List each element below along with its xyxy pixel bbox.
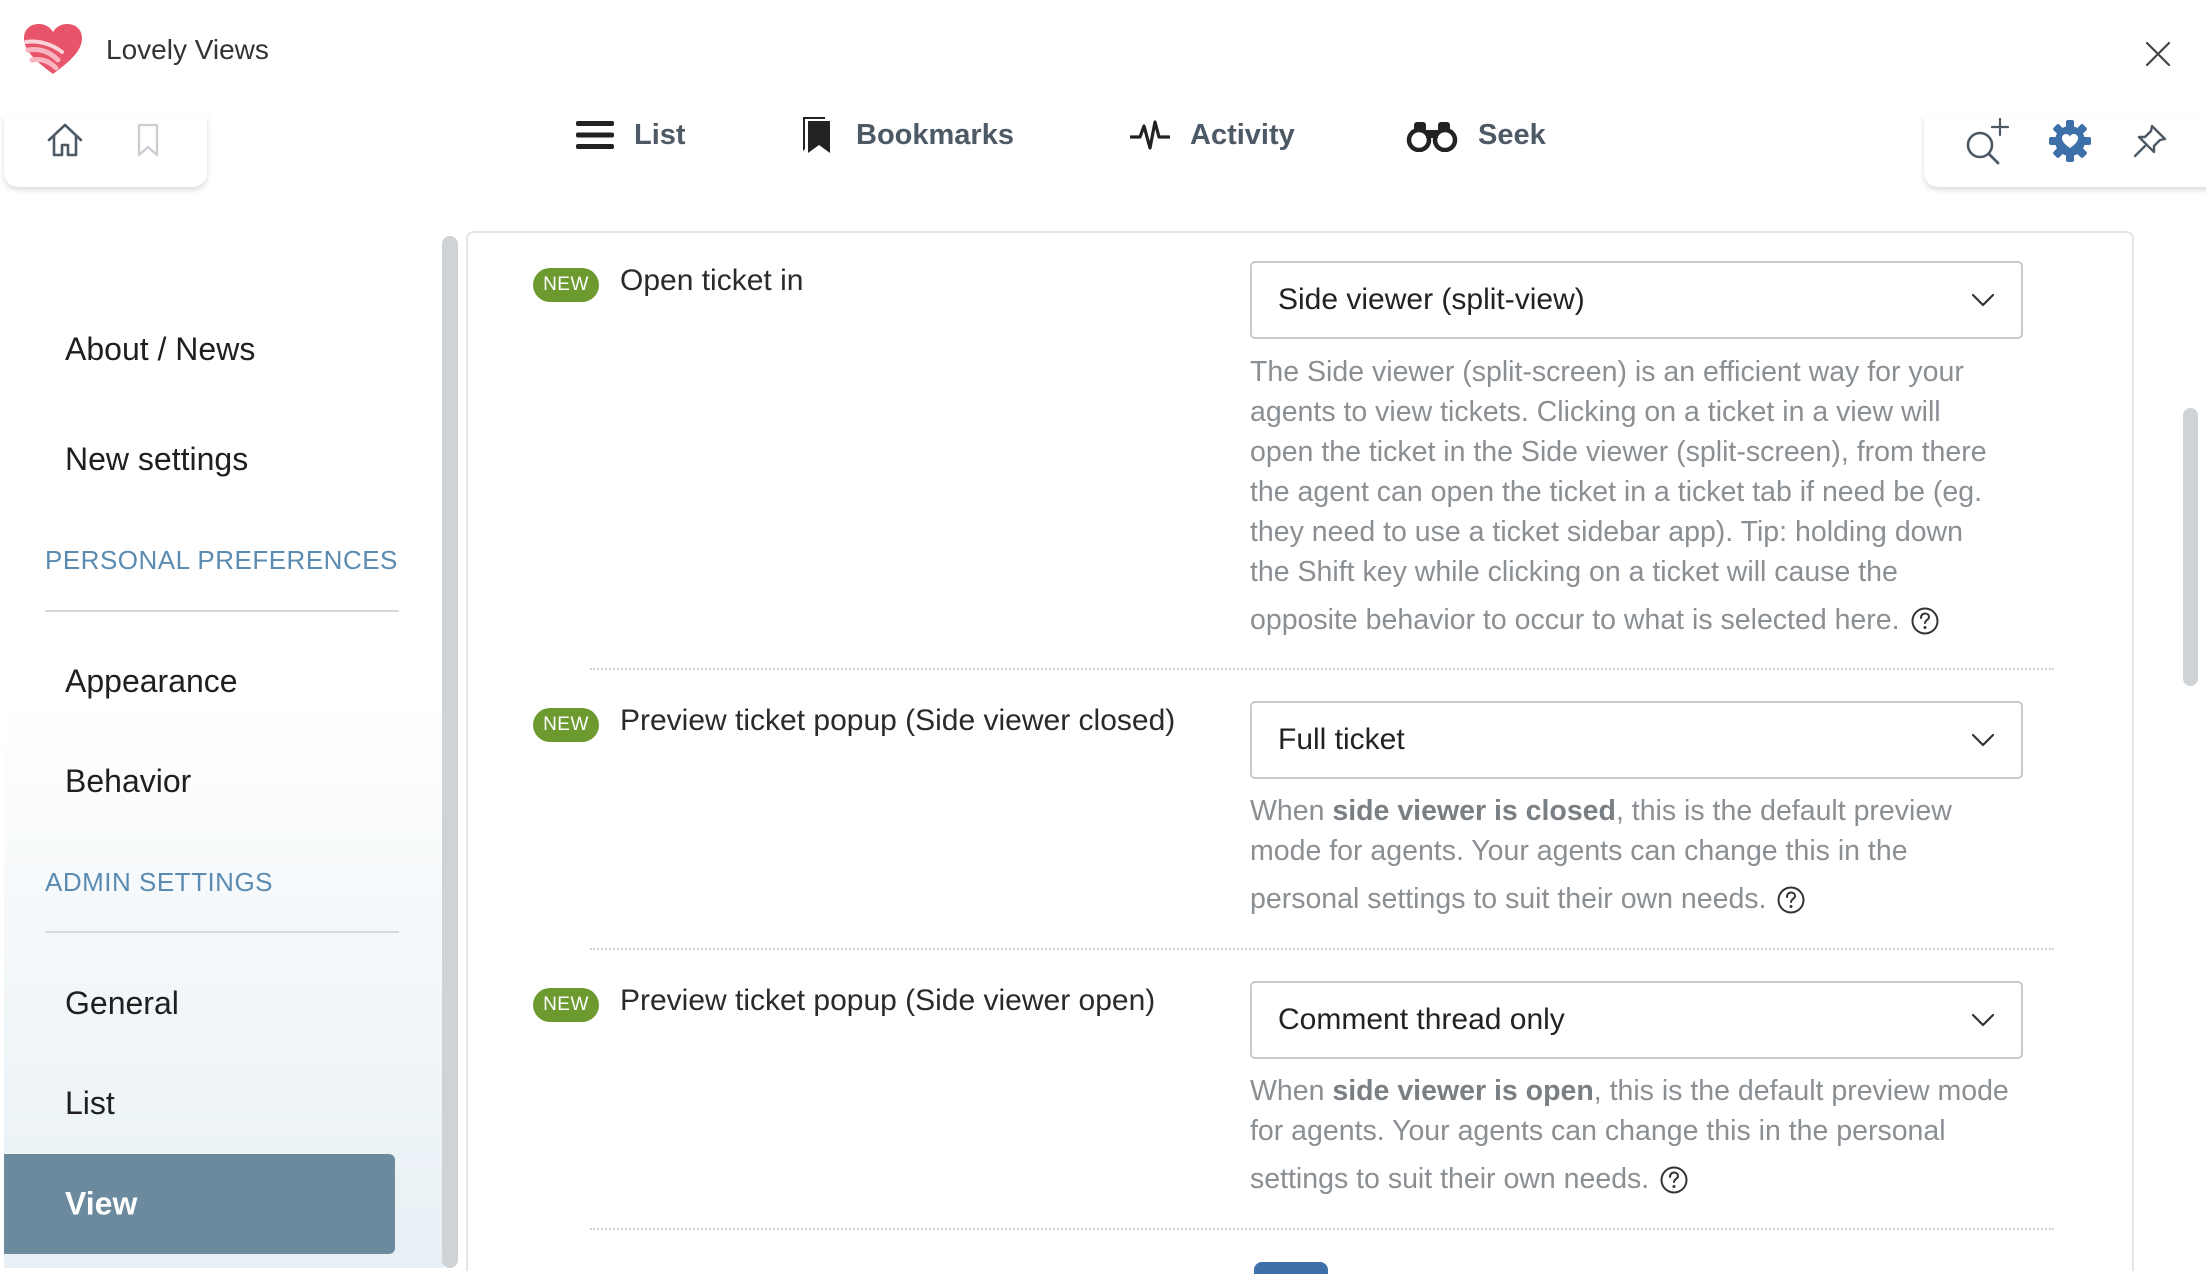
sidebar-item-appearance[interactable]: Appearance [65, 663, 238, 700]
help-line-last: settings to suit their own needs. [1250, 1159, 2040, 1199]
sidebar-item-behavior[interactable]: Behavior [65, 763, 191, 800]
select-value: Side viewer (split-view) [1278, 283, 1585, 316]
nav-list[interactable]: List [576, 108, 686, 162]
binoculars-icon [1406, 122, 1458, 152]
help-line: When side viewer is closed, this is the … [1250, 791, 2040, 831]
help-line-last: opposite behavior to occur to what is se… [1250, 600, 2040, 640]
help-line: agents to view tickets. Clicking on a ti… [1250, 396, 1941, 428]
page-scrollbar-thumb[interactable] [2183, 408, 2198, 686]
chevron-down-icon [1971, 293, 1995, 307]
new-badge: NEW [533, 988, 599, 1022]
help-line: When side viewer is open, this is the de… [1250, 1071, 2040, 1111]
help-line: they need to use a ticket sidebar app). … [1250, 516, 1963, 548]
setting-label-open-ticket-in: Open ticket in [620, 264, 804, 297]
sidebar-divider [45, 931, 399, 933]
pin-button[interactable] [2124, 115, 2176, 167]
activity-icon [1130, 120, 1170, 150]
select-value: Comment thread only [1278, 1003, 1565, 1036]
chevron-down-icon [1971, 1013, 1995, 1027]
help-text: , this is the default preview [1615, 795, 1952, 827]
sidebar-heading-admin: ADMIN SETTINGS [45, 867, 274, 897]
help-line: opposite behavior to occur to what is se… [1250, 604, 1900, 636]
sidebar-item-about-news[interactable]: About / News [65, 331, 255, 368]
help-text: When [1250, 1075, 1333, 1107]
help-question-icon[interactable] [1659, 1165, 1689, 1195]
app-title: Lovely Views [106, 34, 269, 65]
nav-list-label: List [634, 118, 686, 151]
sidebar-item-new-settings[interactable]: New settings [65, 441, 248, 478]
sidebar-scrollbar[interactable] [442, 236, 458, 1268]
help-question-icon[interactable] [1910, 606, 1940, 636]
row-divider [590, 668, 2054, 670]
nav-bookmarks[interactable]: Bookmarks [800, 108, 1014, 162]
page-scrollbar-track [2180, 232, 2200, 1268]
open-ticket-in-help: The Side viewer (split-screen) is an eff… [1250, 352, 2040, 640]
settings-button[interactable] [2044, 115, 2096, 167]
setting-label-preview-open: Preview ticket popup (Side viewer open) [620, 984, 1156, 1017]
help-line: for agents. Your agents can change this … [1250, 1115, 1946, 1147]
preview-open-select[interactable]: Comment thread only [1250, 981, 2023, 1059]
nav-bookmarks-label: Bookmarks [856, 118, 1014, 151]
sidebar-item-view-label: View [65, 1185, 138, 1222]
nav-activity-label: Activity [1190, 118, 1295, 151]
left-toolbar [4, 115, 207, 187]
app-brand: Lovely Views [22, 22, 269, 78]
help-line-last: personal settings to suit their own need… [1250, 879, 2040, 919]
sidebar-heading-personal: PERSONAL PREFERENCES [45, 545, 398, 575]
open-ticket-in-select[interactable]: Side viewer (split-view) [1250, 261, 2023, 339]
new-badge: NEW [533, 708, 599, 742]
setting-label-preview-closed: Preview ticket popup (Side viewer closed… [620, 704, 1176, 737]
chevron-down-icon [1971, 733, 1995, 747]
preview-closed-help: When side viewer is closed, this is the … [1250, 791, 2040, 919]
bookmarks-icon [803, 117, 830, 153]
help-text: When [1250, 795, 1333, 827]
sidebar: About / News New settings PERSONAL PREFE… [4, 232, 444, 1268]
select-value: Full ticket [1278, 723, 1405, 756]
close-button[interactable] [2140, 36, 2176, 72]
right-toolbar [1924, 115, 2206, 187]
heart-logo-icon [24, 24, 82, 74]
search-add-button[interactable] [1962, 115, 2014, 167]
partial-button[interactable] [1254, 1262, 1328, 1274]
new-badge: NEW [533, 268, 599, 302]
sidebar-item-general[interactable]: General [65, 985, 179, 1022]
gear-heart-icon [2049, 120, 2091, 162]
home-button[interactable] [40, 115, 90, 165]
pin-icon [2133, 124, 2167, 158]
help-bold-text: side viewer is closed [1332, 795, 1616, 827]
preview-open-help: When side viewer is open, this is the de… [1250, 1071, 2040, 1199]
help-bold-text: side viewer is open [1332, 1075, 1594, 1107]
nav-seek-label: Seek [1478, 118, 1546, 151]
bookmark-button[interactable] [123, 115, 173, 165]
sidebar-item-list[interactable]: List [65, 1085, 115, 1122]
help-line: mode for agents. Your agents can change … [1250, 835, 1908, 867]
close-icon [2145, 41, 2171, 67]
help-question-icon[interactable] [1776, 885, 1806, 915]
help-line: the Shift key while clicking on a ticket… [1250, 556, 1898, 588]
row-divider [590, 1228, 2054, 1230]
nav-seek[interactable]: Seek [1406, 108, 1546, 162]
help-line: open the ticket in the Side viewer (spli… [1250, 436, 1987, 468]
help-line: personal settings to suit their own need… [1250, 883, 1767, 915]
preview-closed-select[interactable]: Full ticket [1250, 701, 2023, 779]
bookmark-icon [137, 123, 159, 157]
sidebar-divider [45, 610, 399, 612]
sidebar-item-view[interactable]: View [4, 1154, 395, 1254]
row-divider [590, 948, 2054, 950]
list-icon [576, 121, 614, 149]
help-line: the agent can open the ticket in a ticke… [1250, 476, 1982, 508]
help-line: The Side viewer (split-screen) is an eff… [1250, 356, 1964, 388]
help-text: , this is the default preview mode [1593, 1075, 2009, 1107]
home-icon [47, 123, 83, 157]
nav-activity[interactable]: Activity [1130, 108, 1295, 162]
search-add-icon [1966, 117, 2010, 165]
help-line: settings to suit their own needs. [1250, 1163, 1650, 1195]
